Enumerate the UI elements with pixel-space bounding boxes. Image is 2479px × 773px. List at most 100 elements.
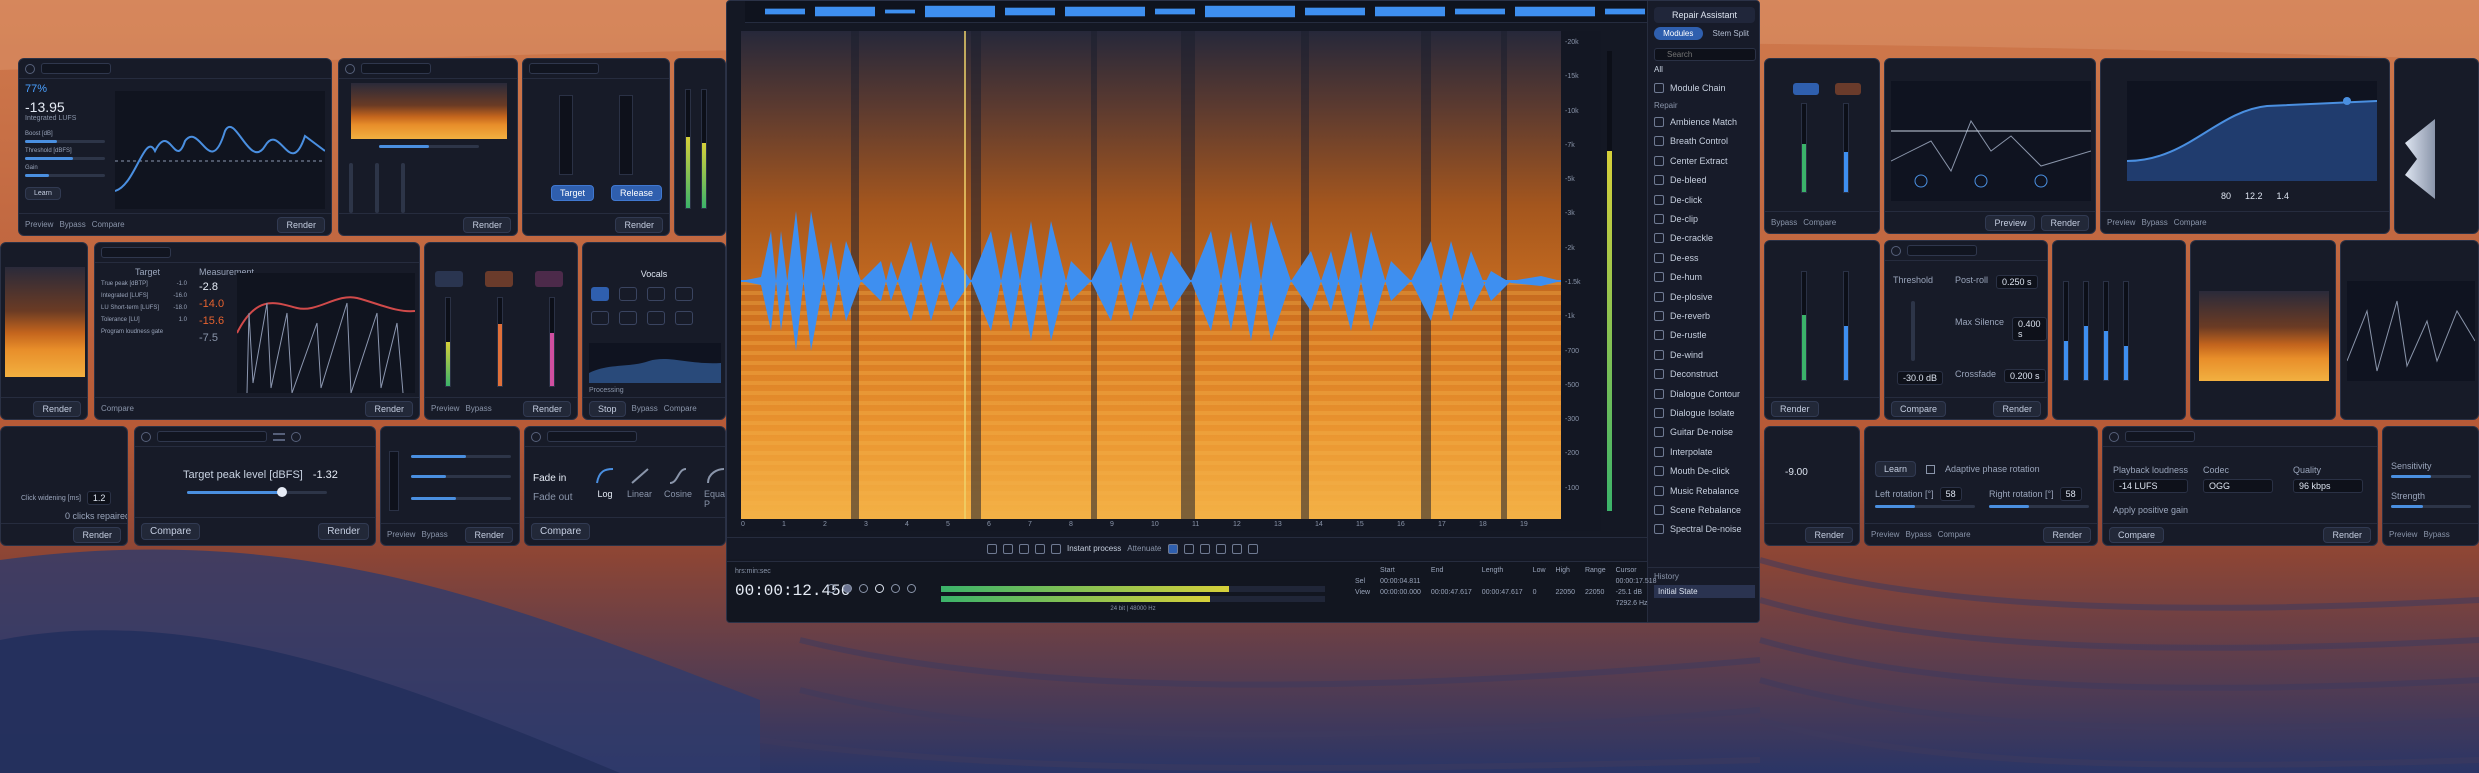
module-item-de-rustle[interactable]: De-rustle [1648, 326, 1759, 345]
module-item-de-ess[interactable]: De-ess [1648, 248, 1759, 267]
linear-curve-icon[interactable] [630, 467, 650, 485]
preset-select[interactable] [41, 63, 111, 74]
preset-select[interactable] [361, 63, 431, 74]
smoothing-slider[interactable] [411, 497, 511, 500]
strength-slider[interactable] [2391, 505, 2471, 508]
bypass-button[interactable]: Bypass [59, 220, 85, 229]
render-button[interactable]: Render [33, 400, 81, 417]
brush-tool-icon[interactable] [1215, 543, 1226, 554]
stop-icon[interactable] [907, 584, 916, 593]
selection-cell[interactable] [1478, 577, 1527, 586]
preset-select[interactable] [101, 247, 171, 258]
codec-select[interactable]: OGG [2203, 479, 2273, 493]
module-item-center-extract[interactable]: Center Extract [1648, 151, 1759, 170]
loop-icon[interactable] [827, 584, 836, 593]
module-search-input[interactable] [1654, 48, 1756, 61]
selection-cell[interactable] [1552, 577, 1579, 586]
apply-positive-gain-toggle[interactable]: Apply positive gain [2113, 505, 2188, 515]
zoom-out-icon[interactable] [1003, 543, 1013, 554]
forward-icon[interactable] [891, 584, 900, 593]
compare-button[interactable]: Compare [2109, 526, 2165, 543]
left-rotation-slider[interactable] [1875, 505, 1975, 508]
render-button[interactable]: Render [523, 400, 571, 417]
power-icon[interactable] [25, 63, 35, 74]
play-icon[interactable] [875, 584, 884, 593]
gain-slider[interactable] [25, 174, 105, 177]
time-ruler[interactable]: 0 1 2 3 4 5 6 7 8 9 10 11 12 13 14 15 16 17 18 19 [741, 519, 1561, 531]
zoom-fit-icon[interactable] [1035, 543, 1045, 554]
module-item-scene-rebalance[interactable]: Scene Rebalance [1648, 500, 1759, 519]
preview-button[interactable]: Preview [2107, 218, 2135, 227]
reverb-tab[interactable] [1793, 83, 1819, 95]
preset-select[interactable] [157, 431, 267, 442]
compare-button[interactable]: Compare [1803, 218, 1836, 227]
selection-cell[interactable] [1581, 599, 1610, 608]
render-button[interactable]: Render [1993, 400, 2041, 417]
learn-button[interactable]: Learn [1875, 461, 1917, 477]
module-item-de-wind[interactable]: De-wind [1648, 345, 1759, 364]
hand-tool-icon[interactable] [1051, 543, 1061, 554]
selection-cell[interactable]: 00:00:47.617 [1427, 588, 1476, 597]
release-button[interactable]: Release [611, 185, 663, 201]
crossover-slider[interactable] [411, 455, 511, 458]
program-loudness-checkbox[interactable]: Program loudness gate [101, 329, 187, 335]
post-roll-value[interactable]: 0.250 s [1996, 275, 2038, 289]
zoom-in-icon[interactable] [987, 543, 997, 554]
compare-button[interactable]: Compare [1938, 530, 1971, 539]
module-item-mouth-de-click[interactable]: Mouth De-click [1648, 461, 1759, 480]
compare-button[interactable]: Compare [92, 220, 125, 229]
preview-button[interactable]: Preview [1985, 214, 2036, 231]
help-icon[interactable] [291, 431, 301, 442]
time-select-tool-icon[interactable] [1167, 543, 1178, 554]
rewind-icon[interactable] [859, 584, 868, 593]
selection-cell[interactable]: 00:00:17.518 [1612, 577, 1661, 586]
vocal-preset-8[interactable] [675, 311, 693, 325]
module-item-deconstruct[interactable]: Deconstruct [1648, 364, 1759, 383]
module-item-guitar-de-noise[interactable]: Guitar De-noise [1648, 423, 1759, 442]
module-item-spectral-de-noise[interactable]: Spectral De-noise [1648, 520, 1759, 539]
module-item-interpolate[interactable]: Interpolate [1648, 442, 1759, 461]
render-button[interactable]: Render [365, 400, 413, 417]
selection-cell[interactable] [1376, 599, 1425, 608]
render-button[interactable]: Render [73, 526, 121, 543]
selection-cell[interactable] [1529, 577, 1550, 586]
lasso-tool-icon[interactable] [1199, 543, 1210, 554]
vocal-preset-1[interactable] [591, 287, 609, 301]
cosine-curve-icon[interactable] [668, 467, 688, 485]
playback-loudness-value[interactable]: -14 LUFS [2113, 479, 2189, 493]
module-item-music-rebalance[interactable]: Music Rebalance [1648, 481, 1759, 500]
selection-cell[interactable] [1529, 599, 1550, 608]
threshold-slider[interactable] [25, 157, 105, 160]
module-item-dialogue-isolate[interactable]: Dialogue Isolate [1648, 403, 1759, 422]
vocal-preset-3[interactable] [647, 287, 665, 301]
bypass-button[interactable]: Bypass [1905, 530, 1931, 539]
instant-process-toggle[interactable]: Instant process [1067, 544, 1121, 553]
log-curve-icon[interactable] [595, 467, 615, 485]
compare-button[interactable]: Compare [2174, 218, 2207, 227]
adaptive-checkbox[interactable] [1926, 464, 1936, 474]
fundamental-slider[interactable] [411, 475, 511, 478]
eq-shelf-graph[interactable] [2127, 81, 2377, 181]
bass-tab[interactable] [435, 271, 463, 287]
vocal-preset-2[interactable] [619, 287, 637, 301]
preview-button[interactable]: Preview [1871, 530, 1899, 539]
render-button[interactable]: Render [463, 216, 511, 233]
power-icon[interactable] [345, 63, 355, 74]
selection-cell[interactable]: -25.1 dB [1612, 588, 1661, 597]
preview-button[interactable]: Preview [2389, 530, 2417, 539]
vertical-slider-1[interactable] [349, 163, 353, 213]
selection-cell[interactable] [1427, 577, 1476, 586]
render-button[interactable]: Render [2041, 214, 2089, 231]
threshold-value[interactable]: -30.0 dB [1897, 371, 1944, 385]
module-item-ambience-match[interactable]: Ambience Match [1648, 112, 1759, 131]
history-initial-state[interactable]: Initial State [1654, 585, 1755, 598]
vocal-preset-5[interactable] [591, 311, 609, 325]
preview-button[interactable]: Preview [387, 530, 415, 539]
module-item-de-bleed[interactable]: De-bleed [1648, 171, 1759, 190]
boost-slider[interactable] [25, 140, 105, 143]
bypass-button[interactable]: Bypass [1771, 218, 1797, 227]
time-format-select[interactable]: hrs:min:sec [735, 568, 771, 575]
right-rotation-value[interactable]: 58 [2059, 487, 2082, 501]
target-peak-slider[interactable] [187, 487, 327, 497]
tab-modules[interactable]: Modules [1654, 27, 1703, 40]
